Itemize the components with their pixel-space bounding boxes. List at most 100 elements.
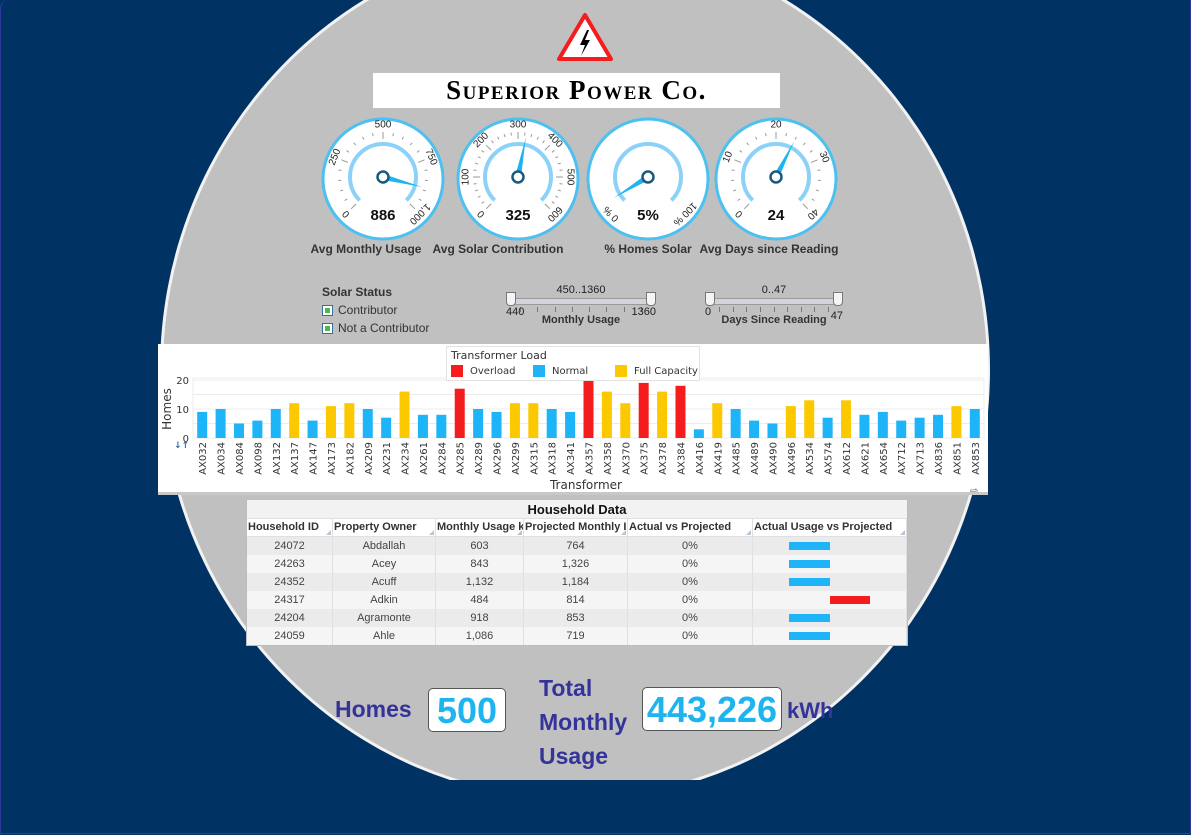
table-row[interactable]: 24352 Acuff 1,132 1,184 0% [247,573,907,591]
column-header-projected-monthly[interactable]: Projected Monthly I [524,519,628,536]
legend-item-overload[interactable]: Overload [451,365,515,377]
x-tick-label: AX084 [235,442,246,475]
column-header-actual-vs-projected[interactable]: Actual vs Projected [628,519,753,536]
column-header-property-owner[interactable]: Property Owner [333,519,436,536]
cell-usage-bar [753,591,907,609]
bar-ax341[interactable] [565,411,576,438]
cell-household-id: 24317 [247,591,333,609]
bar-ax032[interactable] [197,411,208,438]
checkbox-checked-icon[interactable] [322,322,333,334]
bar-ax836[interactable] [933,414,944,438]
cell-usage-bar [753,573,907,591]
bar-ax851[interactable] [951,406,962,438]
slider-max-handle[interactable] [646,292,656,306]
x-tick-label: AX419 [713,442,724,475]
bar-ax261[interactable] [417,414,428,438]
bar-ax318[interactable] [546,409,557,438]
homes-label: Homes [335,696,412,722]
bar-ax712[interactable] [896,420,907,438]
x-tick-label: AX654 [879,442,890,475]
bar-ax284[interactable] [436,414,447,438]
bar-ax713[interactable] [914,417,925,438]
table-row[interactable]: 24317 Adkin 484 814 0% [247,591,907,609]
bar-ax378[interactable] [657,391,668,438]
bar-ax534[interactable] [804,400,815,438]
bar-ax315[interactable] [528,403,539,438]
bar-ax490[interactable] [767,423,778,439]
bar-ax358[interactable] [601,391,612,438]
bar-ax574[interactable] [822,417,833,438]
cell-usage-bar [753,627,907,645]
cell-monthly-usage: 1,132 [436,573,524,591]
sort-icon[interactable]: ↓↑ [174,441,189,451]
under-projection-bar [789,614,830,622]
x-tick-label: AX851 [952,442,963,475]
x-tick-label: AX489 [750,442,761,475]
bar-ax370[interactable] [620,403,631,438]
bar-ax375[interactable] [638,382,649,438]
legend-item-normal[interactable]: Normal [533,365,588,377]
bar-ax098[interactable] [252,420,263,438]
bar-ax496[interactable] [785,406,796,438]
checkbox-checked-icon[interactable] [322,304,333,316]
bar-ax209[interactable] [362,409,373,438]
bar-ax299[interactable] [509,403,520,438]
gauge-hub [769,170,783,184]
x-tick-label: AX485 [732,442,743,475]
checkbox-not-a-contributor[interactable]: Not a Contributor [322,321,429,335]
x-axis-label: Transformer [549,478,622,492]
slider-min-handle[interactable] [506,292,516,306]
bar-ax034[interactable] [215,409,226,438]
gauge-tick [392,133,394,137]
legend-swatch [451,365,463,377]
cell-monthly-usage: 843 [436,555,524,573]
column-header-monthly-usage[interactable]: Monthly Usage k [436,519,524,536]
cell-usage-bar [753,537,907,555]
table-row[interactable]: 24204 Agramonte 918 853 0% [247,609,907,627]
bar-ax612[interactable] [841,400,852,438]
checkbox-contributor[interactable]: Contributor [322,303,429,317]
bar-ax485[interactable] [730,409,741,438]
gauge-tick [785,133,787,137]
x-tick-label: AX370 [621,442,632,475]
bar-ax489[interactable] [749,420,760,438]
bar-ax853[interactable] [969,409,980,438]
bar-ax289[interactable] [473,409,484,438]
bar-ax654[interactable] [877,411,888,438]
bar-ax132[interactable] [270,409,281,438]
bar-ax621[interactable] [859,414,870,438]
bar-ax137[interactable] [289,403,300,438]
gauge-percent-homes-solar: 0 % 100 %5% [586,117,710,241]
bar-ax182[interactable] [344,403,355,438]
legend-item-full-capacity[interactable]: Full Capacity [615,365,698,377]
table-row[interactable]: 24263 Acey 843 1,326 0% [247,555,907,573]
table-row[interactable]: 24059 Ahle 1,086 719 0% [247,627,907,645]
cell-property-owner: Ahle [333,627,436,645]
bar-ax084[interactable] [233,423,244,439]
cell-property-owner: Adkin [333,591,436,609]
bar-ax416[interactable] [693,429,704,438]
slider-max-handle[interactable] [833,292,843,306]
total-label-line1: Total [539,675,593,701]
bar-ax147[interactable] [307,420,318,438]
bar-ax173[interactable] [325,406,336,438]
bar-ax419[interactable] [712,403,723,438]
cell-property-owner: Acey [333,555,436,573]
bar-ax296[interactable] [491,411,502,438]
scroll-right-arrow-icon[interactable]: ⇨ [970,486,978,492]
bar-ax234[interactable] [399,391,410,438]
bar-ax357[interactable] [583,380,594,438]
bar-ax384[interactable] [675,385,686,438]
x-tick-label: AX358 [603,442,614,475]
bar-ax231[interactable] [381,417,392,438]
column-header-actual-usage-vs-projected[interactable]: Actual Usage vs Projected [753,519,907,536]
slider-min-handle[interactable] [705,292,715,306]
table-row[interactable]: 24072 Abdallah 603 764 0% [247,537,907,555]
slider-track[interactable] [709,298,839,305]
x-tick-label: AX378 [658,442,669,475]
slider-title: Monthly Usage [541,314,621,326]
column-header-household-id[interactable]: Household ID [247,519,333,536]
slider-track[interactable] [510,298,652,305]
x-tick-label: AX234 [401,442,412,475]
bar-ax285[interactable] [454,388,465,438]
